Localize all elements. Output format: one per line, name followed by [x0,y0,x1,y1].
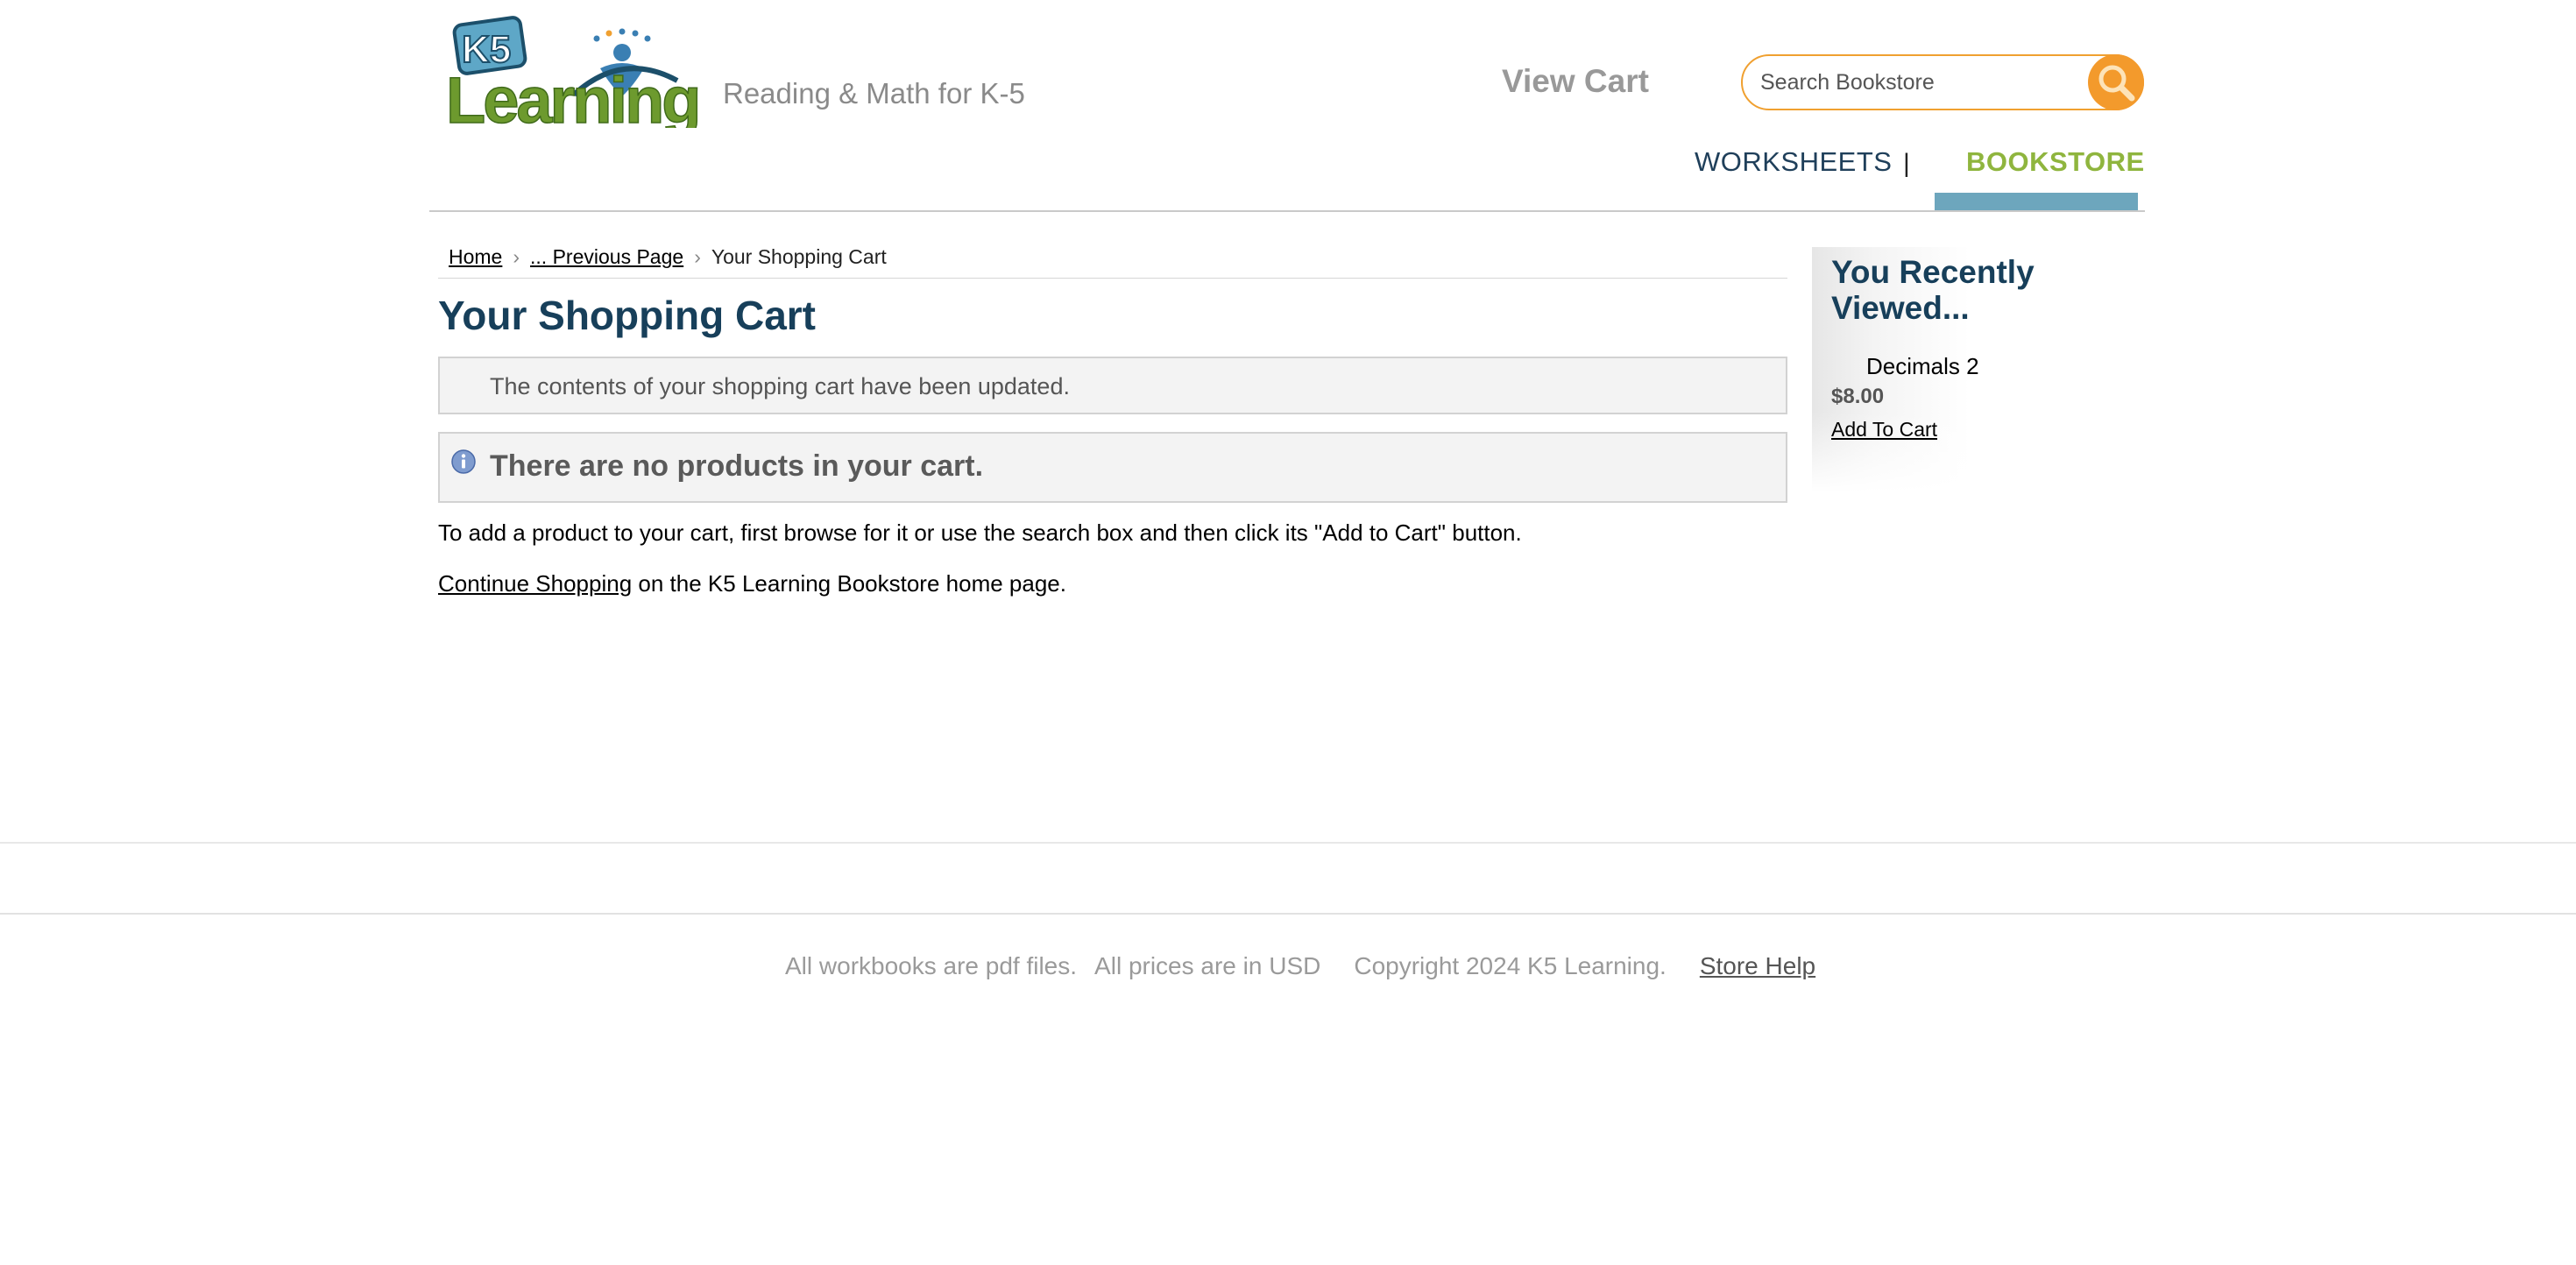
update-notice: The contents of your shopping cart have … [438,357,1787,414]
breadcrumb-previous-page[interactable]: ... Previous Page [530,245,683,268]
footer-divider-bottom [0,913,2576,915]
store-help-link[interactable]: Store Help [1700,952,1815,979]
recently-viewed-title: You Recently Viewed... [1831,254,2035,326]
search-box [1741,54,2144,110]
breadcrumb-separator: › [694,245,701,268]
view-cart-link[interactable]: View Cart [1502,63,1649,100]
breadcrumb-home[interactable]: Home [449,245,502,268]
page-title: Your Shopping Cart [438,293,817,338]
k5-learning-logo[interactable]: K5 Learning [442,14,705,138]
cart-instructions: To add a product to your cart, first bro… [438,519,1522,546]
nav-worksheets[interactable]: WORKSHEETS [1695,146,1892,178]
nav-bookstore[interactable]: BOOKSTORE [1966,146,2145,178]
breadcrumb-divider [438,278,1787,279]
add-to-cart-link[interactable]: Add To Cart [1831,418,1937,442]
footer-currency-note: All prices are in USD [1094,952,1321,979]
logo-learning-text: Learning [446,64,698,128]
footer-divider-top [0,842,2576,844]
nav-separator: | [1903,149,1910,178]
search-input[interactable] [1760,56,2076,109]
tagline: Reading & Math for K-5 [723,77,1025,110]
continue-shopping-link[interactable]: Continue Shopping [438,570,632,597]
recently-viewed-product-name[interactable]: Decimals 2 [1866,353,1979,380]
info-icon [451,449,476,474]
continue-shopping-suffix: on the K5 Learning Bookstore home page. [632,570,1066,597]
header-divider [429,210,2145,212]
update-notice-text: The contents of your shopping cart have … [490,373,1070,399]
breadcrumb-separator: › [513,245,520,268]
nav-active-indicator [1935,193,2138,210]
breadcrumb: Home › ... Previous Page › Your Shopping Car… [449,245,887,269]
logo-graphic: K5 Learning [445,16,702,138]
empty-cart-message: There are no products in your cart. [438,432,1787,503]
empty-cart-text: There are no products in your cart. [490,449,984,483]
recently-viewed-product-price: $8.00 [1831,385,1885,408]
footer-pdf-note: All workbooks are pdf files. [785,952,1078,979]
search-button[interactable] [2088,54,2144,110]
breadcrumb-current: Your Shopping Cart [711,245,887,268]
footer: All workbooks are pdf files. All prices a… [785,952,1815,980]
continue-shopping-line: Continue Shopping on the K5 Learning Boo… [438,570,1066,597]
footer-copyright: Copyright 2024 K5 Learning. [1354,952,1667,979]
magnifier-icon [2098,65,2135,102]
